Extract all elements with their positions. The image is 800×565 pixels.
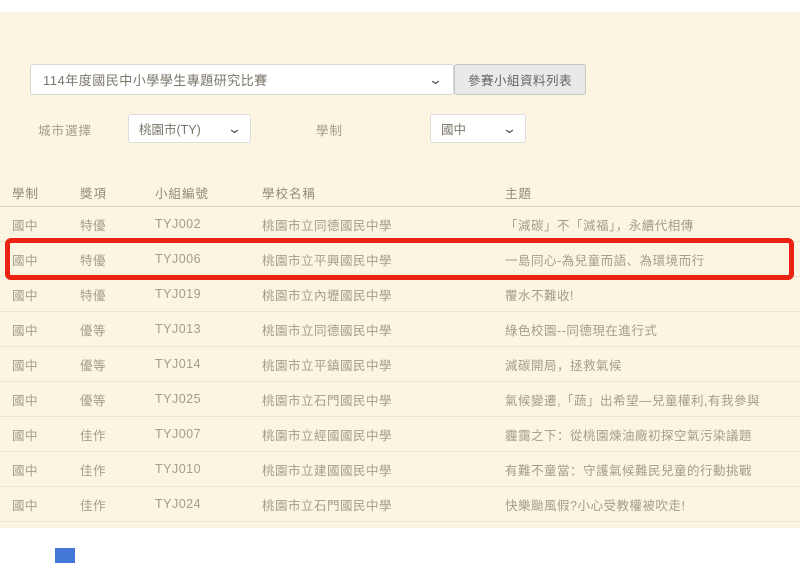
table-row: 國中 佳作 TYJ010 桃園市立建國國民中學 有難不童當：守護氣候難民兒童的行… [0, 452, 800, 487]
table-row: 國中 特優 TYJ006 桃園市立平興國民中學 一島同心-為兒童而語、為環境而行 [0, 242, 800, 277]
level-select-value: 國中 [441, 119, 504, 138]
row-topic: 氣候變遷,「蔬」出希望—兒童權利,有我參與 [505, 390, 800, 409]
row-code: TYJ006 [155, 252, 262, 266]
row-school: 桃園市立經國國民中學 [262, 425, 505, 444]
row-code: TYJ014 [155, 357, 262, 371]
table-row: 國中 優等 TYJ025 桃園市立石門國民中學 氣候變遷,「蔬」出希望—兒童權利… [0, 382, 800, 417]
row-code: TYJ002 [155, 217, 262, 231]
row-level: 國中 [12, 215, 80, 234]
row-level: 國中 [12, 460, 80, 479]
header-level: 學制 [12, 183, 80, 202]
bottom-left-blue-mark [55, 548, 75, 563]
row-school: 桃園市立內壢國民中學 [262, 285, 505, 304]
row-school: 桃園市立平鎮國民中學 [262, 355, 505, 374]
row-level: 國中 [12, 495, 80, 514]
row-award: 優等 [80, 355, 155, 374]
city-select-value: 桃園市(TY) [139, 119, 229, 138]
group-list-button[interactable]: 參賽小組資料列表 [454, 64, 586, 95]
city-select[interactable]: 桃園市(TY) ⌄ [128, 114, 251, 143]
header-topic: 主題 [505, 183, 800, 202]
competition-select-value: 114年度國民中小學學生專題研究比賽 [43, 70, 430, 89]
table-row: 國中 特優 TYJ002 桃園市立同德國民中學 「減碳」不「減福」，永續代相傳 [0, 207, 800, 242]
row-school: 桃園市立同德國民中學 [262, 215, 505, 234]
row-award: 特優 [80, 285, 155, 304]
chevron-down-icon: ⌄ [227, 125, 242, 133]
row-school: 桃園市立平興國民中學 [262, 250, 505, 269]
row-topic: 綠色校園--同德現在進行式 [505, 320, 800, 339]
city-select-label: 城市選擇 [38, 120, 92, 139]
row-level: 國中 [12, 285, 80, 304]
row-code: TYJ007 [155, 427, 262, 441]
table-row: 國中 優等 TYJ013 桃園市立同德國民中學 綠色校園--同德現在進行式 [0, 312, 800, 347]
row-level: 國中 [12, 320, 80, 339]
row-award: 特優 [80, 215, 155, 234]
row-award: 佳作 [80, 425, 155, 444]
row-level: 國中 [12, 390, 80, 409]
row-level: 國中 [12, 355, 80, 374]
header-school: 學校名稱 [262, 183, 505, 202]
row-topic: 減碳開局，拯救氣候 [505, 355, 800, 374]
row-award: 特優 [80, 250, 155, 269]
results-table: 學制 獎項 小組編號 學校名稱 主題 國中 特優 TYJ002 桃園市立同德國民… [0, 178, 800, 522]
row-code: TYJ013 [155, 322, 262, 336]
chevron-down-icon: ⌄ [428, 76, 443, 84]
row-award: 優等 [80, 390, 155, 409]
row-school: 桃園市立同德國民中學 [262, 320, 505, 339]
table-body: 國中 特優 TYJ002 桃園市立同德國民中學 「減碳」不「減福」，永續代相傳 … [0, 207, 800, 522]
header-code: 小組編號 [155, 183, 262, 202]
row-award: 佳作 [80, 460, 155, 479]
header-award: 獎項 [80, 183, 155, 202]
row-award: 佳作 [80, 495, 155, 514]
table-row: 國中 優等 TYJ014 桃園市立平鎮國民中學 減碳開局，拯救氣候 [0, 347, 800, 382]
row-topic: 一島同心-為兒童而語、為環境而行 [505, 250, 800, 269]
row-award: 優等 [80, 320, 155, 339]
row-school: 桃園市立建國國民中學 [262, 460, 505, 479]
competition-select[interactable]: 114年度國民中小學學生專題研究比賽 ⌄ [30, 64, 454, 95]
row-code: TYJ024 [155, 497, 262, 511]
table-row: 國中 佳作 TYJ007 桃園市立經國國民中學 霾靄之下：從桃園煉油廠初探空氣污… [0, 417, 800, 452]
row-school: 桃園市立石門國民中學 [262, 390, 505, 409]
row-topic: 「減碳」不「減福」，永續代相傳 [505, 215, 800, 234]
row-code: TYJ025 [155, 392, 262, 406]
level-select-label: 學制 [316, 120, 343, 139]
table-row: 國中 佳作 TYJ024 桃園市立石門國民中學 快樂颱風假?小心受教權被吹走! [0, 487, 800, 522]
row-school: 桃園市立石門國民中學 [262, 495, 505, 514]
row-code: TYJ019 [155, 287, 262, 301]
content-panel: 114年度國民中小學學生專題研究比賽 ⌄ 參賽小組資料列表 城市選擇 桃園市(T… [0, 12, 800, 528]
row-level: 國中 [12, 250, 80, 269]
table-header-row: 學制 獎項 小組編號 學校名稱 主題 [0, 178, 800, 207]
row-level: 國中 [12, 425, 80, 444]
row-topic: 霾靄之下：從桃園煉油廠初探空氣污染議題 [505, 425, 800, 444]
row-topic: 快樂颱風假?小心受教權被吹走! [505, 495, 800, 514]
row-code: TYJ010 [155, 462, 262, 476]
row-topic: 覆水不難收! [505, 285, 800, 304]
row-topic: 有難不童當：守護氣候難民兒童的行動挑戰 [505, 460, 800, 479]
table-row: 國中 特優 TYJ019 桃園市立內壢國民中學 覆水不難收! [0, 277, 800, 312]
chevron-down-icon: ⌄ [502, 125, 517, 133]
level-select[interactable]: 國中 ⌄ [430, 114, 526, 143]
